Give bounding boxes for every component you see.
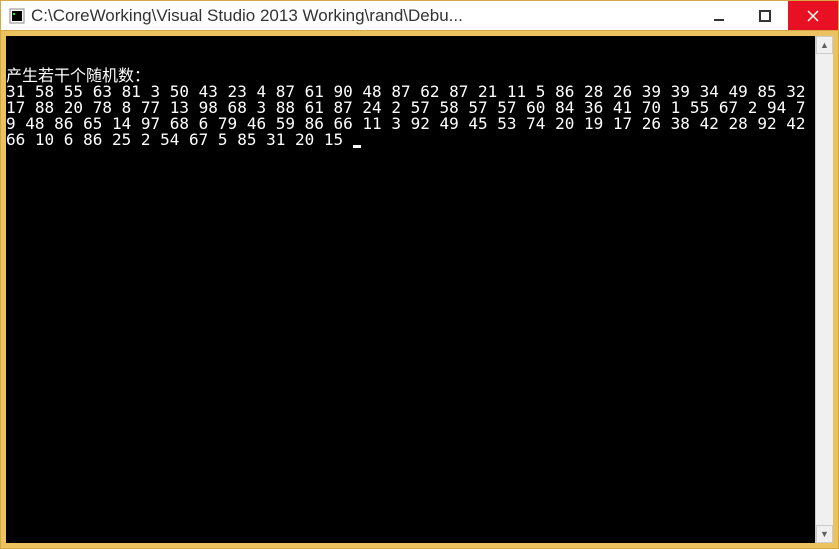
close-button[interactable] — [788, 1, 838, 30]
minimize-button[interactable] — [696, 1, 742, 30]
scroll-track-vertical[interactable] — [816, 54, 833, 525]
window-controls — [696, 1, 838, 30]
console-output[interactable]: 产生若干个随机数： 31 58 55 63 81 3 50 43 23 4 87… — [6, 36, 815, 543]
app-icon — [9, 8, 25, 24]
cursor — [353, 145, 361, 148]
window-title: C:\CoreWorking\Visual Studio 2013 Workin… — [31, 6, 696, 26]
console-text: 产生若干个随机数： 31 58 55 63 81 3 50 43 23 4 87… — [6, 68, 815, 148]
scroll-up-button[interactable]: ▲ — [816, 36, 833, 54]
titlebar[interactable]: C:\CoreWorking\Visual Studio 2013 Workin… — [1, 1, 838, 31]
vertical-scrollbar[interactable]: ▲ ▼ — [815, 36, 833, 543]
maximize-button[interactable] — [742, 1, 788, 30]
content-area: 产生若干个随机数： 31 58 55 63 81 3 50 43 23 4 87… — [1, 31, 838, 548]
console-numbers: 31 58 55 63 81 3 50 43 23 4 87 61 90 48 … — [6, 82, 815, 149]
scroll-down-button[interactable]: ▼ — [816, 525, 833, 543]
console-window: C:\CoreWorking\Visual Studio 2013 Workin… — [0, 0, 839, 549]
